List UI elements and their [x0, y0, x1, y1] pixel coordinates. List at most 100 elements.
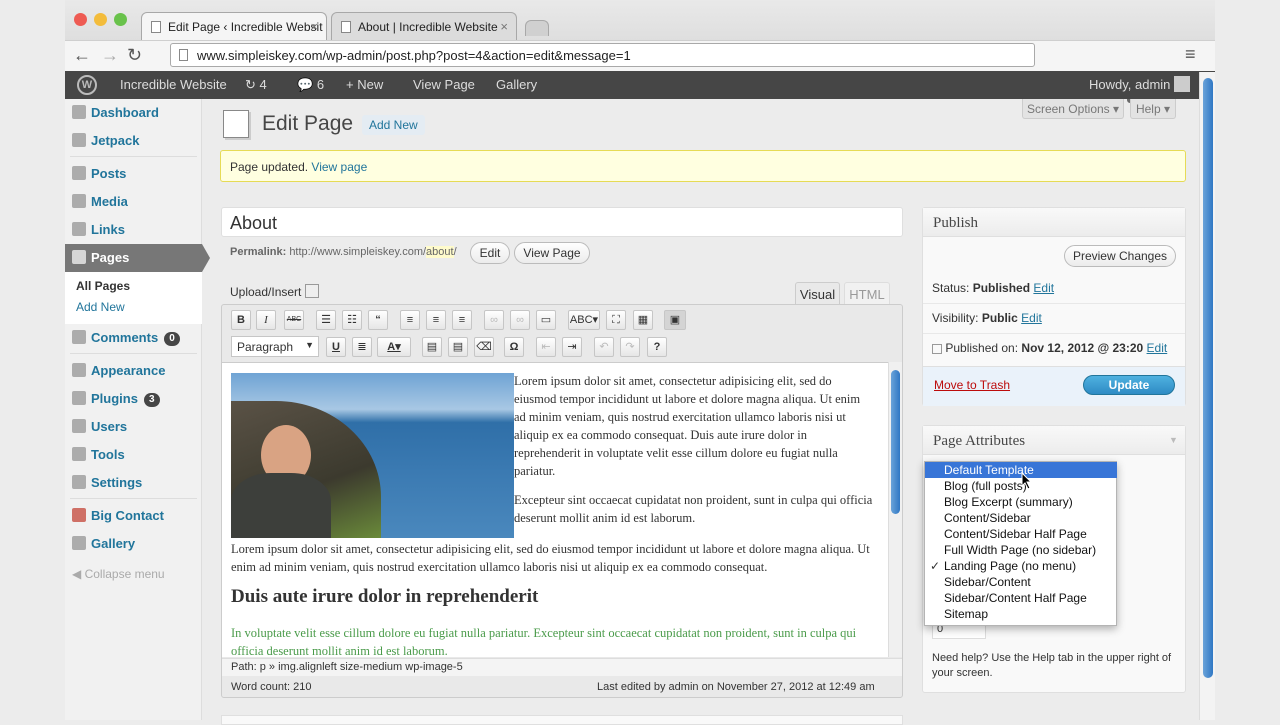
back-icon[interactable]: ← — [73, 45, 91, 66]
kitchen-sink-button[interactable]: ▦ — [633, 310, 653, 330]
template-option[interactable]: Sidebar/Content — [925, 574, 1117, 590]
special-character-button[interactable]: Ω — [504, 337, 524, 357]
edit-visibility-link[interactable]: Edit — [1021, 311, 1042, 325]
remove-formatting-button[interactable]: ⌫ — [474, 337, 494, 357]
move-to-trash-link[interactable]: Move to Trash — [934, 378, 1010, 392]
bullet-list-button[interactable]: ☰ — [316, 310, 336, 330]
template-option[interactable]: Content/Sidebar Half Page — [925, 526, 1117, 542]
tab-close-icon[interactable]: × — [500, 19, 508, 34]
sidebar-item-dashboard[interactable]: Dashboard — [65, 99, 202, 125]
template-option[interactable]: Sidebar/Content Half Page — [925, 590, 1117, 606]
sidebar-item-media[interactable]: Media — [65, 188, 202, 214]
editor-scrollbar[interactable] — [888, 362, 902, 657]
paste-word-button[interactable]: ▤ — [448, 337, 468, 357]
undo-button[interactable]: ↶ — [594, 337, 614, 357]
template-option[interactable]: Content/Sidebar — [925, 510, 1117, 526]
chevron-down-icon[interactable]: ▼ — [1169, 435, 1178, 445]
sidebar-item-gallery[interactable]: Gallery — [65, 530, 202, 556]
scrollbar-thumb[interactable] — [891, 370, 900, 514]
maximize-window-button[interactable] — [114, 13, 127, 26]
scrollbar-thumb[interactable] — [1203, 78, 1213, 678]
format-select[interactable]: Paragraph ▼ — [231, 336, 319, 357]
sidebar-item-jetpack[interactable]: Jetpack — [65, 127, 202, 153]
edit-permalink-button[interactable]: Edit — [470, 242, 510, 264]
justify-button[interactable]: ≣ — [352, 337, 372, 357]
sidebar-item-appearance[interactable]: Appearance — [65, 357, 202, 383]
align-left-button[interactable]: ≡ — [400, 310, 420, 330]
address-bar[interactable]: www.simpleiskey.com/wp-admin/post.php?po… — [170, 43, 1035, 67]
sidebar-item-pages[interactable]: Pages — [65, 244, 202, 272]
edit-status-link[interactable]: Edit — [1033, 281, 1054, 295]
add-new-button[interactable]: Add New — [362, 115, 425, 135]
template-option[interactable]: Blog Excerpt (summary) — [925, 494, 1117, 510]
new-tab-button[interactable] — [525, 20, 549, 36]
tab-close-icon[interactable]: × — [310, 19, 318, 34]
bold-button[interactable]: B — [231, 310, 251, 330]
outdent-button[interactable]: ⇤ — [536, 337, 556, 357]
view-page-link[interactable]: View Page — [413, 77, 475, 92]
post-image[interactable] — [231, 373, 514, 538]
template-option[interactable]: Full Width Page (no sidebar) — [925, 542, 1117, 558]
view-page-notice-link[interactable]: View page — [311, 160, 367, 174]
browser-menu-icon[interactable]: ≡ — [1185, 44, 1196, 65]
close-window-button[interactable] — [74, 13, 87, 26]
help-button[interactable]: ? — [647, 337, 667, 357]
comments-link[interactable]: 💬 6 — [297, 77, 324, 93]
blockquote-button[interactable]: “ — [368, 310, 388, 330]
sidebar-item-posts[interactable]: Posts — [65, 160, 202, 186]
spellcheck-button[interactable]: ABC▾ — [568, 310, 600, 330]
text-color-button[interactable]: A▾ — [377, 337, 411, 357]
edit-date-link[interactable]: Edit — [1147, 341, 1168, 355]
editor-content[interactable]: Lorem ipsum dolor sit amet, consectetur … — [222, 362, 888, 657]
new-content-link[interactable]: + New — [346, 77, 383, 92]
tab-visual[interactable]: Visual — [795, 282, 840, 305]
tab-edit-page[interactable]: Edit Page ‹ Incredible Websit × — [141, 12, 327, 40]
insert-link-button[interactable]: ∞ — [484, 310, 504, 330]
insert-more-button[interactable]: ▭ — [536, 310, 556, 330]
collapse-menu-link[interactable]: ◀ Collapse menu — [72, 567, 165, 581]
minimize-window-button[interactable] — [94, 13, 107, 26]
page-scrollbar[interactable] — [1199, 72, 1215, 720]
template-option[interactable]: Landing Page (no menu) — [925, 558, 1117, 574]
updates-link[interactable]: ↻ 4 — [245, 77, 267, 93]
sidebar-item-plugins[interactable]: Plugins 3 — [65, 385, 202, 411]
redo-button[interactable]: ↷ — [620, 337, 640, 357]
submenu-add-new[interactable]: Add New — [76, 300, 125, 314]
italic-button[interactable]: I — [256, 310, 276, 330]
update-button[interactable]: Update — [1083, 375, 1175, 395]
post-title-input[interactable]: About — [221, 207, 903, 237]
avatar[interactable] — [1174, 76, 1190, 92]
template-option[interactable]: Sitemap — [925, 606, 1117, 622]
permalink-slug[interactable]: about — [426, 246, 454, 258]
paste-text-button[interactable]: ▤ — [422, 337, 442, 357]
strikethrough-button[interactable]: ABC — [284, 310, 304, 330]
sidebar-item-tools[interactable]: Tools — [65, 441, 202, 467]
add-media-icon[interactable] — [305, 284, 319, 298]
unlink-button[interactable]: ∞ — [510, 310, 530, 330]
sidebar-item-users[interactable]: Users — [65, 413, 202, 439]
underline-button[interactable]: U — [326, 337, 346, 357]
screen-options-tab[interactable]: Screen Options ▾ — [1022, 99, 1124, 119]
submenu-all-pages[interactable]: All Pages — [76, 279, 130, 293]
view-page-button[interactable]: View Page — [514, 242, 590, 264]
help-tab[interactable]: Help ▾ — [1130, 99, 1176, 119]
sidebar-item-links[interactable]: Links — [65, 216, 202, 242]
indent-button[interactable]: ⇥ — [562, 337, 582, 357]
numbered-list-button[interactable]: ☷ — [342, 310, 362, 330]
fullscreen-button[interactable]: ⛶ — [606, 310, 626, 330]
forward-icon[interactable]: → — [101, 45, 119, 66]
add-image-button[interactable]: ▣ — [664, 310, 686, 330]
sidebar-item-settings[interactable]: Settings — [65, 469, 202, 495]
align-center-button[interactable]: ≡ — [426, 310, 446, 330]
align-right-button[interactable]: ≡ — [452, 310, 472, 330]
sidebar-item-comments[interactable]: Comments 0 — [65, 324, 202, 350]
howdy-user-link[interactable]: Howdy, admin — [1089, 77, 1170, 92]
tab-about[interactable]: About | Incredible Website × — [331, 12, 517, 40]
tab-html[interactable]: HTML — [844, 282, 890, 305]
gallery-link[interactable]: Gallery — [496, 77, 537, 92]
reload-icon[interactable]: ↻ — [127, 45, 142, 66]
preview-changes-button[interactable]: Preview Changes — [1064, 245, 1176, 267]
wordpress-logo-icon[interactable]: W — [77, 75, 97, 95]
site-name-link[interactable]: Incredible Website — [120, 77, 227, 92]
sidebar-item-big-contact[interactable]: Big Contact — [65, 502, 202, 528]
